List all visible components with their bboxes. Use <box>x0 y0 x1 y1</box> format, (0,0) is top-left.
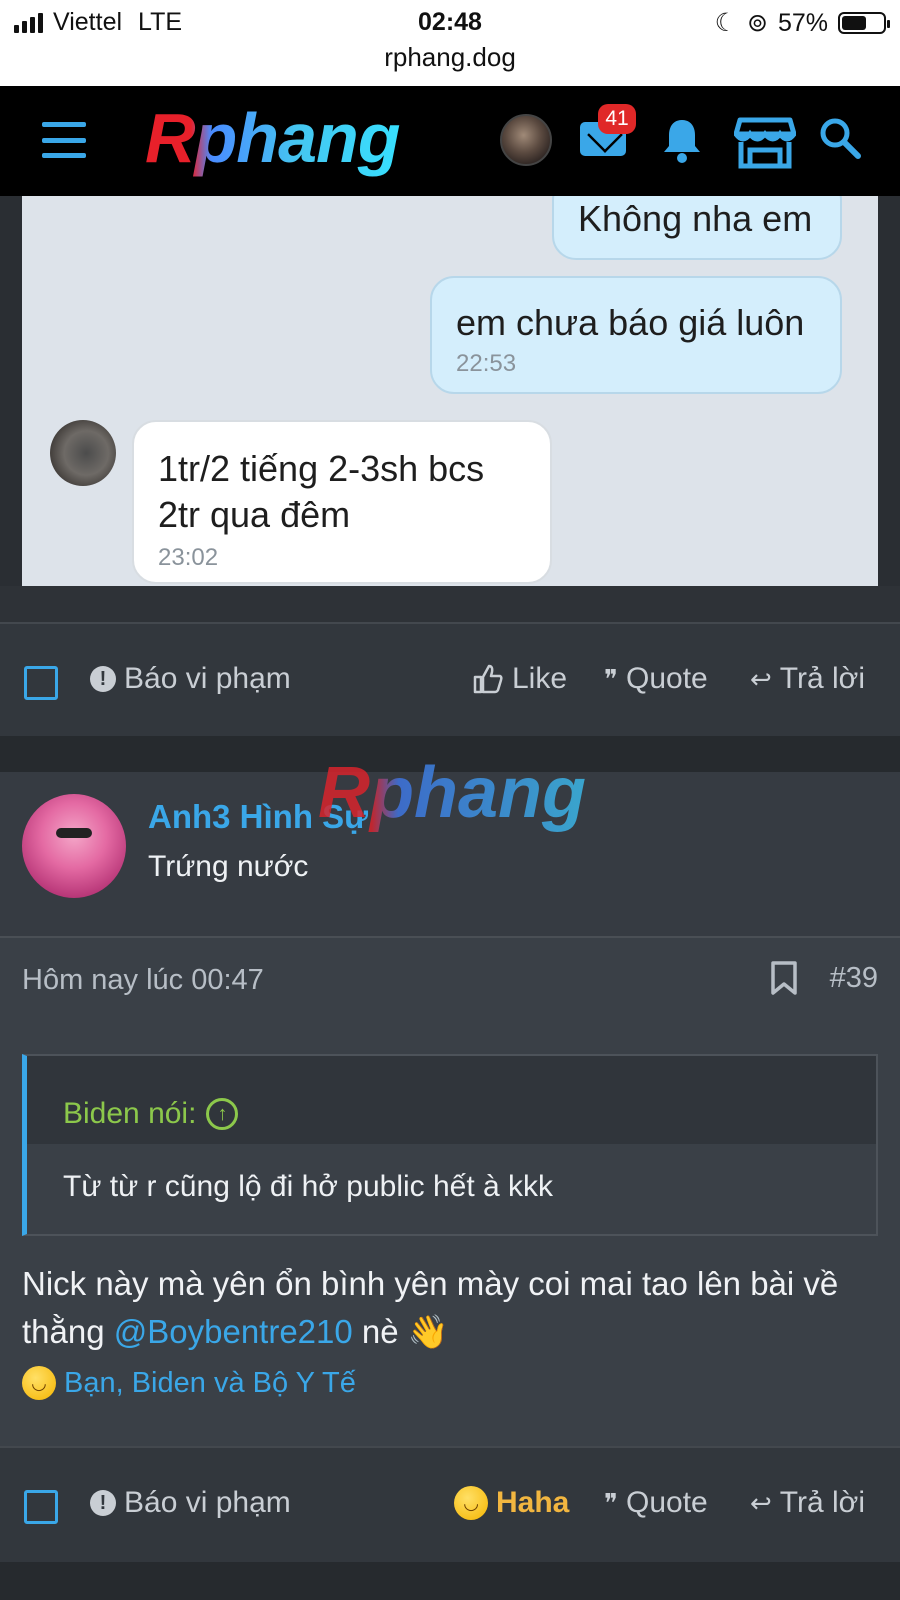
post-number[interactable]: #39 <box>830 962 878 995</box>
chat-avatar <box>50 420 116 486</box>
battery-icon <box>838 12 890 34</box>
reply-icon: ↩ <box>750 663 772 694</box>
quote-button[interactable]: ❞ Quote <box>604 1486 708 1520</box>
post-actions-bar: ! Báo vi phạm Like ❞ Quote ↩ Trả lời <box>0 622 900 736</box>
rotation-lock-icon: ⊚ <box>747 9 768 37</box>
post-user-info: Anh3 Hình Sự Trứng nước Rphang <box>0 753 900 938</box>
chat-time: 23:02 <box>158 544 219 571</box>
quote-button[interactable]: ❞ Quote <box>604 662 708 696</box>
author-title: Trứng nước <box>148 850 309 883</box>
message-text: nè <box>352 1313 408 1350</box>
select-checkbox[interactable] <box>24 666 58 700</box>
quote-label: Quote <box>626 1486 708 1519</box>
address-bar[interactable]: rphang.dog <box>0 42 900 73</box>
chat-bubble-outgoing: em chưa báo giá luôn 22:53 <box>430 276 842 394</box>
quote-icon: ❞ <box>604 663 618 694</box>
chat-text: em chưa báo giá luôn <box>456 302 805 343</box>
like-button[interactable]: Like <box>472 662 567 696</box>
chat-bubble-outgoing: Không nha em <box>552 196 842 260</box>
thumbs-up-icon <box>473 664 503 694</box>
reply-icon: ↩ <box>750 1487 772 1518</box>
user-avatar[interactable] <box>500 114 552 166</box>
like-label: Like <box>512 662 568 695</box>
author-avatar[interactable] <box>22 794 126 898</box>
site-header: Rphang <box>0 86 900 196</box>
user-mention-link[interactable]: @Boybentre210 <box>114 1313 353 1350</box>
chat-text: 2tr qua đêm <box>158 494 351 535</box>
select-checkbox[interactable] <box>24 1490 58 1524</box>
reply-label: Trả lời <box>779 1486 866 1519</box>
reaction-label: Haha <box>496 1486 570 1519</box>
hamburger-menu-icon[interactable] <box>42 122 86 158</box>
post-meta: Hôm nay lúc 00:47 #39 <box>0 938 900 1024</box>
post: Anh3 Hình Sự Trứng nước Rphang Hôm nay l… <box>0 753 900 1452</box>
reply-button[interactable]: ↩ Trả lời <box>750 1486 865 1520</box>
chat-bubble-incoming: 1tr/2 tiếng 2-3sh bcs 2tr qua đêm 23:02 <box>132 420 552 584</box>
quote-text: Từ từ r cũng lộ đi hở public hết à kkk <box>27 1144 876 1234</box>
site-logo[interactable]: Rphang <box>145 98 401 178</box>
quote-label: Quote <box>626 662 708 695</box>
post-date[interactable]: Hôm nay lúc 00:47 <box>22 964 264 997</box>
reply-button[interactable]: ↩ Trả lời <box>750 662 865 696</box>
chat-text: 1tr/2 tiếng 2-3sh bcs <box>158 448 485 489</box>
post-footer-spacer <box>0 586 900 622</box>
laughing-emoji-icon: ◡ <box>454 1486 488 1520</box>
store-icon[interactable] <box>734 116 796 170</box>
quote-header[interactable]: Biden nói: ↑ <box>27 1056 876 1144</box>
report-label: Báo vi phạm <box>124 1486 291 1519</box>
post-actions-bar: ! Báo vi phạm ◡ Haha ❞ Quote ↩ Trả lời <box>0 1446 900 1562</box>
post-separator <box>0 1562 900 1600</box>
status-right: ☾ ⊚ 57% <box>714 8 890 38</box>
status-bar: Viettel LTE 02:48 rphang.dog ☾ ⊚ 57% <box>0 0 900 86</box>
report-button[interactable]: ! Báo vi phạm <box>90 662 291 696</box>
chat-time: 22:53 <box>456 350 517 377</box>
mail-count-badge: 41 <box>598 104 636 134</box>
alert-icon: ! <box>90 1490 116 1516</box>
alert-icon: ! <box>90 666 116 692</box>
chat-screenshot: Không nha em em chưa báo giá luôn 22:53 … <box>22 196 878 586</box>
arrow-up-circle-icon: ↑ <box>206 1098 239 1130</box>
reactions-summary[interactable]: ◡ Bạn, Biden và Bộ Y Tế <box>22 1366 356 1400</box>
moon-icon: ☾ <box>714 9 737 37</box>
search-icon[interactable] <box>818 116 862 160</box>
reactions-text: Bạn, Biden và Bộ Y Tế <box>64 1366 356 1399</box>
post-message: Nick này mà yên ổn bình yên mày coi mai … <box>22 1260 882 1356</box>
watermark-logo: Rphang <box>318 753 586 833</box>
quote-icon: ❞ <box>604 1487 618 1518</box>
hand-emoji-icon: 👋 <box>407 1313 449 1350</box>
quote-block: Biden nói: ↑ Từ từ r cũng lộ đi hở publi… <box>22 1054 878 1236</box>
report-button[interactable]: ! Báo vi phạm <box>90 1486 291 1520</box>
reply-label: Trả lời <box>779 662 866 695</box>
laughing-emoji-icon: ◡ <box>22 1366 56 1400</box>
report-label: Báo vi phạm <box>124 662 291 695</box>
bell-icon[interactable] <box>660 116 704 164</box>
quote-author: Biden nói: <box>63 1097 197 1130</box>
battery-percent: 57% <box>777 8 828 37</box>
bookmark-icon[interactable] <box>770 960 798 996</box>
haha-reaction-button[interactable]: ◡ Haha <box>454 1486 569 1520</box>
chat-text: Không nha em <box>578 198 813 239</box>
